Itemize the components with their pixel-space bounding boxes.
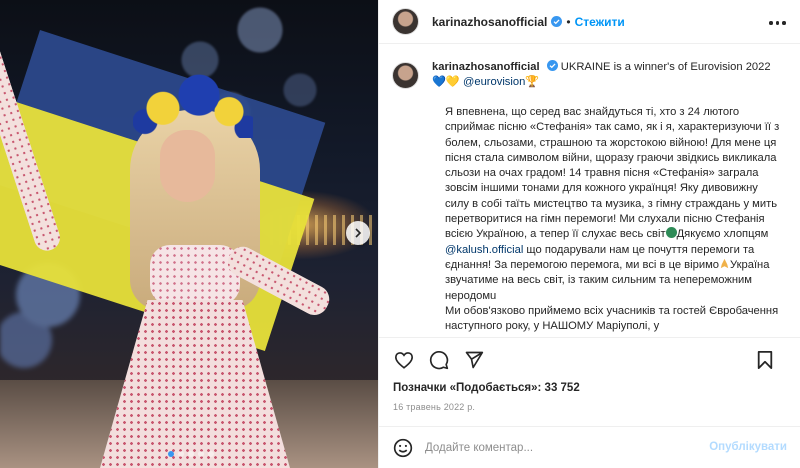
post-side-panel: karinazhosanofficial • Стежити karinazho… [378, 0, 800, 468]
caption-area: karinazhosanofficial UKRAINE is a winner… [379, 45, 800, 337]
carousel-dot [188, 451, 194, 457]
bookmark-icon [757, 351, 773, 369]
caption-paragraph-2a: Дякуємо хлопцям [676, 228, 769, 241]
trophy-emoji: 🏆 [525, 76, 540, 88]
like-button[interactable] [393, 349, 415, 371]
globe-icon [665, 227, 677, 239]
caption-headline: karinazhosanofficial UKRAINE is a winner… [432, 60, 782, 90]
carousel-dots [168, 451, 214, 457]
add-comment-bar: Опублікувати [379, 426, 800, 468]
photo-flower-wreath [133, 72, 253, 138]
more-options-button[interactable] [769, 14, 787, 32]
caption-header: karinazhosanofficial UKRAINE is a winner… [392, 60, 788, 90]
caption-paragraph-1: Я впевнена, що серед вас знайдуться ті, … [445, 106, 780, 241]
caption-headline-text: UKRAINE is a winner's of Eurovision 2022 [557, 61, 771, 73]
comment-button[interactable] [428, 349, 450, 371]
carousel-dot [198, 451, 204, 457]
photo-face [160, 130, 215, 202]
photo-dress-top [150, 245, 240, 305]
heart-icon [394, 351, 414, 369]
comment-icon [429, 350, 449, 369]
emoji-icon[interactable] [393, 438, 413, 458]
post-username[interactable]: karinazhosanofficial [432, 15, 547, 29]
chevron-right-icon [355, 228, 362, 238]
post-header: karinazhosanofficial • Стежити [379, 0, 800, 44]
carousel-dot [168, 451, 174, 457]
praying-hands-icon [720, 258, 729, 269]
mention-kalush[interactable]: @kalush.official [445, 244, 523, 256]
hearts-emoji: 💙💛 [432, 76, 460, 88]
save-button[interactable] [754, 349, 776, 371]
verified-badge-icon [551, 16, 563, 27]
mention-eurovision[interactable]: @eurovision [463, 76, 525, 88]
send-icon [465, 351, 484, 368]
avatar[interactable] [392, 8, 419, 35]
publish-button[interactable]: Опублікувати [709, 441, 787, 453]
share-button[interactable] [463, 349, 485, 371]
caption-username[interactable]: karinazhosanofficial [432, 61, 540, 73]
more-dot [769, 21, 773, 25]
carousel-dot [208, 451, 214, 457]
more-dot [775, 21, 779, 25]
caption-body: Я впевнена, що серед вас знайдуться ті, … [445, 105, 781, 334]
action-bar [379, 337, 800, 381]
avatar[interactable] [392, 62, 419, 89]
carousel-dot [178, 451, 184, 457]
caption-paragraph-3: Ми обов'язково приймемо всіх учасників т… [445, 304, 779, 333]
post-photo[interactable] [0, 0, 378, 468]
post-date: 16 травень 2022 р. [393, 402, 476, 412]
more-dot [782, 21, 786, 25]
comment-input[interactable] [425, 441, 725, 454]
carousel-next-button[interactable] [346, 221, 370, 245]
verified-badge-icon [546, 60, 558, 71]
follow-button[interactable]: Стежити [575, 15, 625, 29]
likes-count[interactable]: Позначки «Подобається»: 33 752 [393, 382, 580, 394]
separator-dot: • [566, 14, 571, 29]
